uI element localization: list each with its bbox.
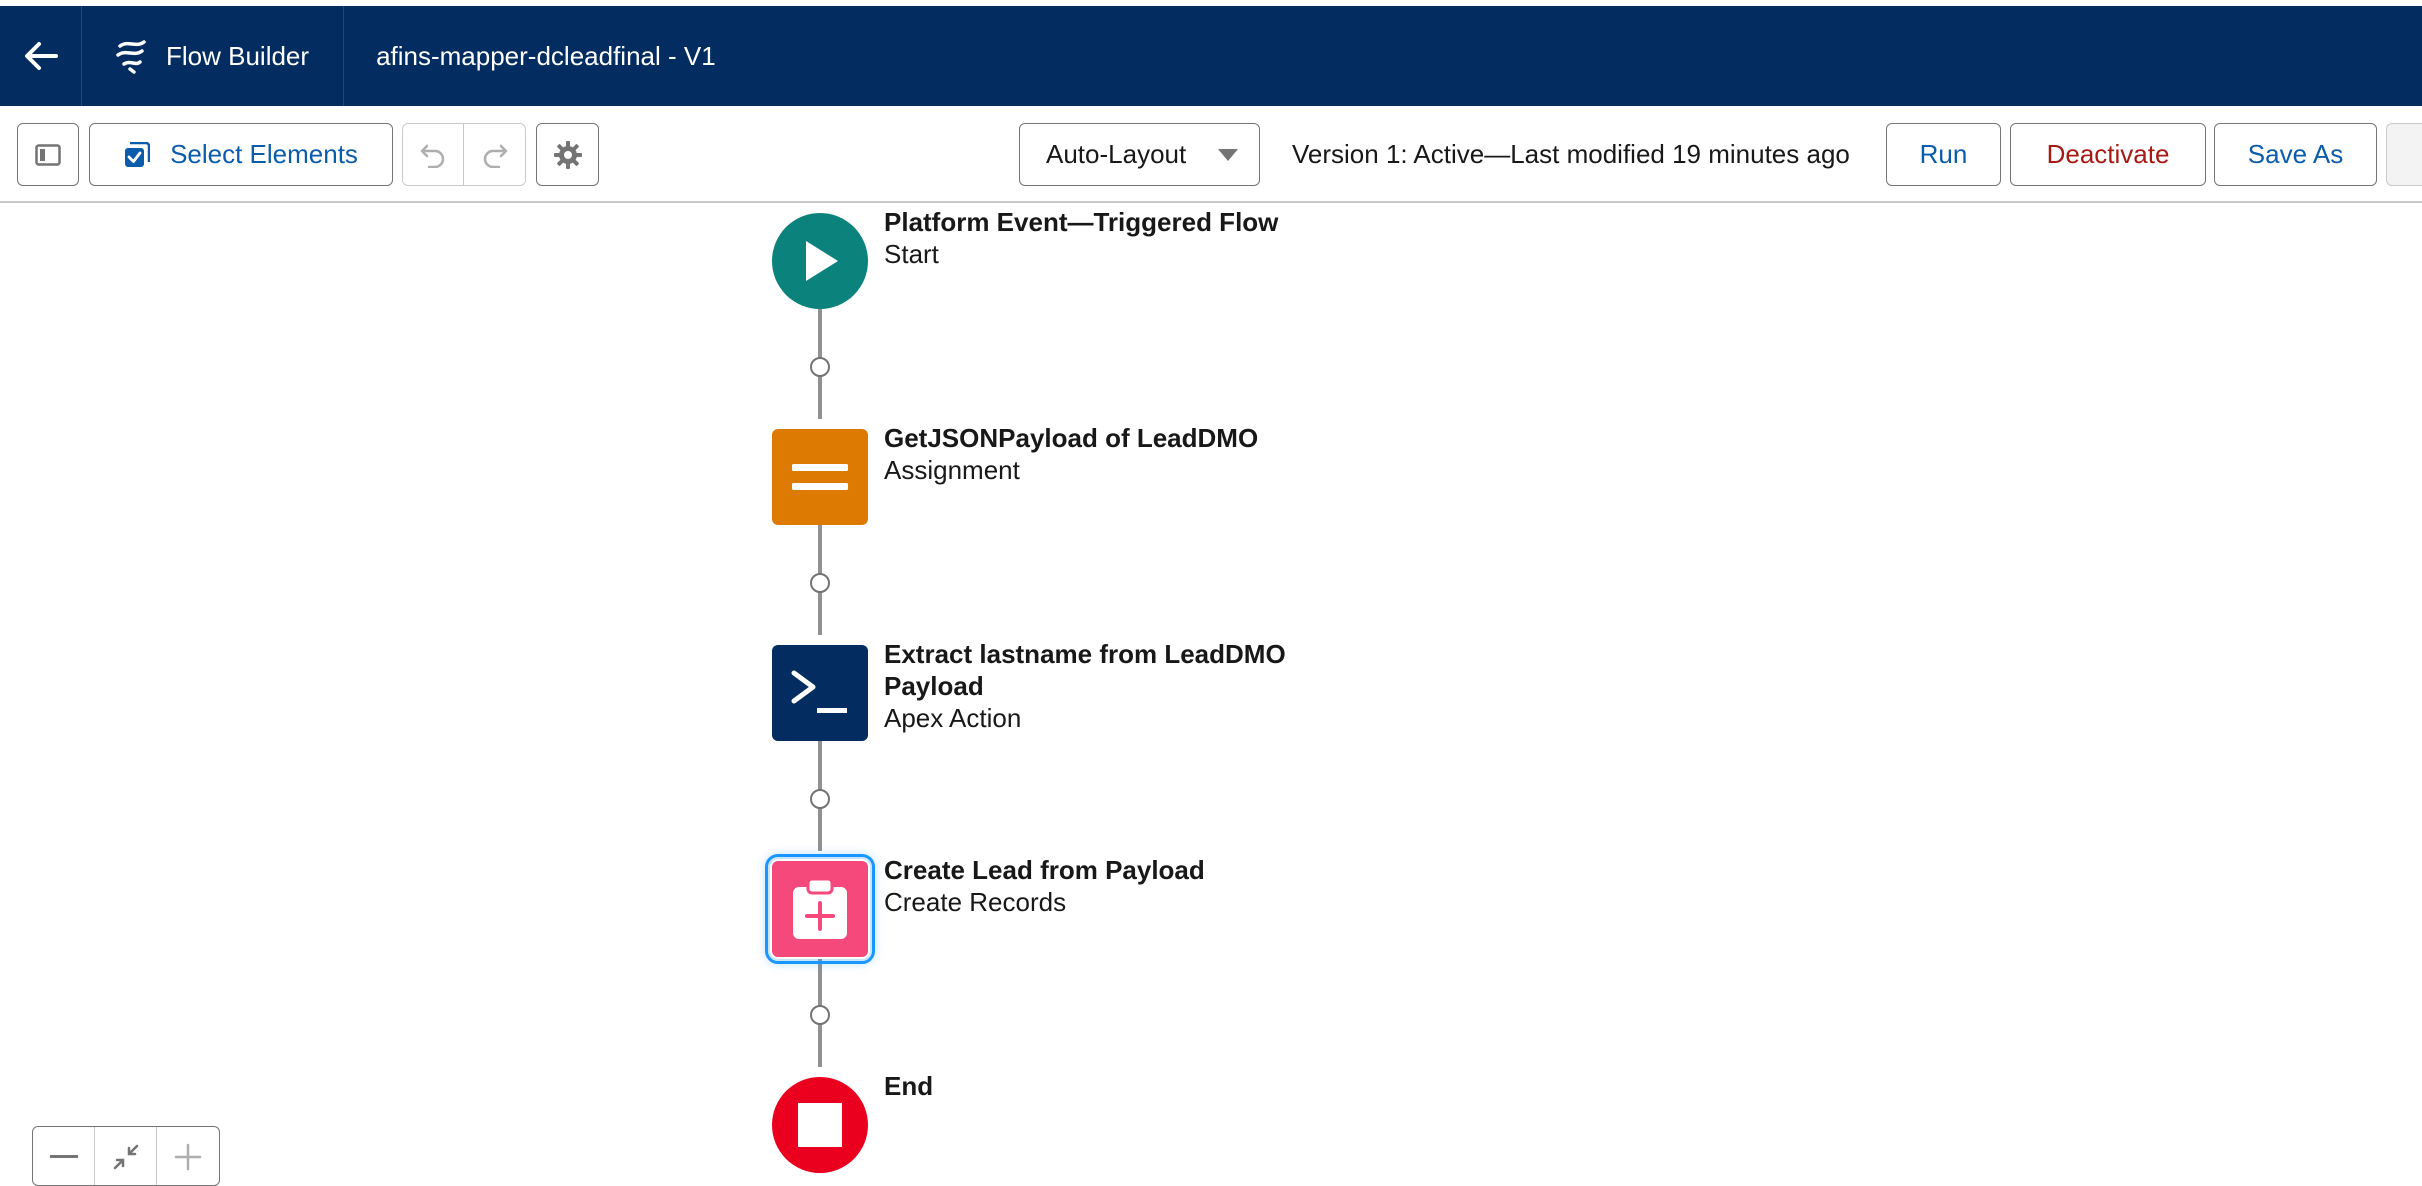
- version-status: Version 1: Active—Last modified 19 minut…: [1292, 139, 1850, 169]
- zoom-controls: [32, 1126, 220, 1186]
- deactivate-button[interactable]: Deactivate: [2010, 123, 2206, 186]
- plus-icon: [174, 1143, 202, 1171]
- arrow-left-icon: [24, 42, 58, 70]
- run-button[interactable]: Run: [1886, 123, 2001, 186]
- node-label: End: [884, 1071, 934, 1101]
- create-records-node[interactable]: [765, 854, 875, 964]
- add-element-connector[interactable]: [810, 573, 830, 593]
- flow-settings-button[interactable]: [536, 123, 599, 186]
- select-elements-button[interactable]: Select Elements: [89, 123, 393, 186]
- undo-button[interactable]: [402, 123, 464, 186]
- apex-console-icon: [791, 670, 847, 713]
- app-name: Flow Builder: [166, 40, 310, 71]
- fit-to-screen-icon: [113, 1144, 138, 1170]
- node-label: Extract lastname from LeadDMO Payload: [884, 639, 1286, 701]
- save-as-label: Save As: [2247, 139, 2344, 169]
- start-node-text: Platform Event—Triggered Flow Start: [884, 206, 1364, 270]
- layout-select-value: Auto-Layout: [1046, 139, 1187, 169]
- stop-icon: [798, 1103, 842, 1147]
- undo-icon: [420, 144, 445, 168]
- toolbar: Select Elements Auto-Layout Version 1: A…: [0, 106, 2422, 203]
- node-label: Create Lead from Payload: [884, 855, 1205, 885]
- gear-icon: [553, 140, 582, 169]
- end-node[interactable]: [772, 1077, 868, 1173]
- equals-icon: [792, 464, 848, 490]
- panel-toggle-icon: [35, 143, 61, 166]
- caret-down-icon: [1218, 148, 1238, 161]
- app-header: Flow Builder afins-mapper-dcleadfinal - …: [0, 0, 2422, 106]
- node-type: Create Records: [884, 887, 1067, 917]
- run-label: Run: [1919, 139, 1968, 169]
- clipboard-add-icon: [793, 877, 847, 939]
- save-as-button[interactable]: Save As: [2214, 123, 2377, 186]
- redo-button[interactable]: [463, 123, 526, 186]
- minus-icon: [49, 1155, 78, 1158]
- node-type: Apex Action: [884, 703, 1022, 733]
- deactivate-label: Deactivate: [2046, 139, 2170, 169]
- node-type: Assignment: [884, 455, 1020, 485]
- zoom-in-button[interactable]: [157, 1127, 219, 1185]
- add-element-connector[interactable]: [810, 789, 830, 809]
- node-label: GetJSONPayload of LeadDMO: [884, 423, 1259, 453]
- layout-select[interactable]: Auto-Layout: [1019, 123, 1260, 186]
- toggle-panel-button[interactable]: [17, 123, 79, 186]
- zoom-out-button[interactable]: [33, 1127, 95, 1185]
- add-element-connector[interactable]: [810, 357, 830, 377]
- assignment-node-text: GetJSONPayload of LeadDMO Assignment: [884, 422, 1364, 486]
- flow-title: afins-mapper-dcleadfinal - V1: [376, 40, 716, 71]
- redo-icon: [483, 144, 507, 168]
- save-button-partial[interactable]: [2386, 123, 2422, 186]
- node-label: Platform Event—Triggered Flow: [884, 207, 1279, 237]
- fit-to-screen-button[interactable]: [95, 1127, 157, 1185]
- apex-action-node-text: Extract lastname from LeadDMO Payload Ap…: [884, 638, 1364, 734]
- node-type: Start: [884, 239, 939, 269]
- assignment-node[interactable]: [772, 429, 868, 525]
- select-elements-label: Select Elements: [170, 139, 358, 169]
- create-records-node-text: Create Lead from Payload Create Records: [884, 854, 1364, 918]
- add-element-connector[interactable]: [810, 1005, 830, 1025]
- flow-builder-logo-icon: [116, 40, 146, 74]
- multi-select-icon: [125, 141, 151, 167]
- play-icon: [806, 241, 838, 281]
- end-node-text: End: [884, 1070, 1364, 1102]
- app-switcher[interactable]: Flow Builder: [82, 6, 345, 106]
- apex-action-node[interactable]: [772, 645, 868, 741]
- back-button[interactable]: [0, 6, 82, 106]
- start-node[interactable]: [772, 213, 868, 309]
- flow-canvas[interactable]: Platform Event—Triggered Flow Start GetJ…: [0, 203, 2422, 1178]
